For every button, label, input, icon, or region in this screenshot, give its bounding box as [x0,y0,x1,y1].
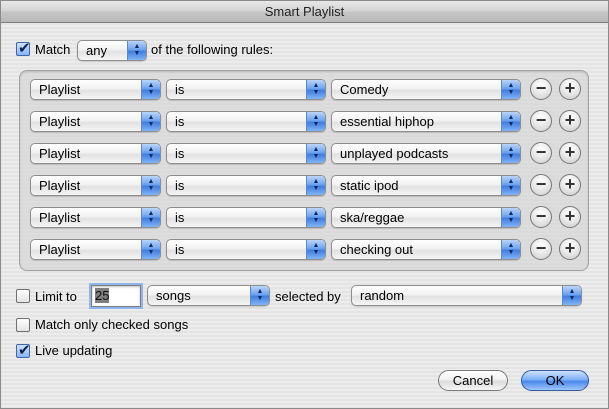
add-rule-button[interactable]: + [559,78,581,100]
rule-field-value: Playlist [39,210,81,225]
popup-arrows-icon: ▲ ▼ [306,240,325,259]
checkmark-icon: ✔ [18,342,31,359]
remove-rule-button[interactable]: − [530,78,552,100]
popup-arrows-icon: ▲ ▼ [501,112,520,131]
rule-operator-popup[interactable]: is ▲ ▼ [166,143,326,164]
popup-arrows-icon: ▲ ▼ [250,286,269,305]
remove-rule-button[interactable]: − [530,110,552,132]
popup-arrows-icon: ▲ ▼ [562,286,581,305]
live-updating-label: Live updating [35,343,113,358]
add-rule-button[interactable]: + [559,174,581,196]
rule-value-popup[interactable]: ska/reggae ▲ ▼ [331,207,521,228]
remove-rule-button[interactable]: − [530,206,552,228]
rule-field-popup[interactable]: Playlist ▲ ▼ [30,143,161,164]
rule-operator-value: is [175,114,185,129]
popup-arrows-icon: ▲ ▼ [141,176,160,195]
checked-only-checkbox[interactable] [16,318,30,332]
limit-count-field[interactable]: 25 [89,283,143,309]
popup-arrows-icon: ▲ ▼ [501,208,520,227]
popup-arrows-icon: ▲ ▼ [501,80,520,99]
rule-operator-popup[interactable]: is ▲ ▼ [166,175,326,196]
rules-list: Playlist ▲ ▼ is ▲ ▼ Comedy ▲ ▼ − + Playlist ▲ ▼ is ▲ ▼ es… [19,70,589,271]
ok-button[interactable]: OK [521,370,589,391]
popup-arrows-icon: ▲ ▼ [141,144,160,163]
popup-arrows-icon: ▲ ▼ [501,176,520,195]
rule-field-value: Playlist [39,82,81,97]
selected-by-value: random [360,288,405,303]
match-checkbox[interactable]: ✔ [16,40,31,57]
smart-playlist-dialog: Smart Playlist ✔ Match any ▲ ▼ of the fol… [0,0,609,409]
match-mode-popup[interactable]: any ▲ ▼ [77,40,147,61]
rule-value-popup[interactable]: unplayed podcasts ▲ ▼ [331,143,521,164]
rule-operator-popup[interactable]: is ▲ ▼ [166,79,326,100]
rule-value-popup[interactable]: checking out ▲ ▼ [331,239,521,260]
rule-field-popup[interactable]: Playlist ▲ ▼ [30,79,161,100]
rule-operator-value: is [175,178,185,193]
limit-unit-popup[interactable]: songs ▲ ▼ [147,285,270,306]
match-suffix-label: of the following rules: [151,42,274,57]
checkmark-icon: ✔ [18,40,31,57]
rule-operator-value: is [175,242,185,257]
rule-field-value: Playlist [39,114,81,129]
rule-field-popup[interactable]: Playlist ▲ ▼ [30,207,161,228]
popup-arrows-icon: ▲ ▼ [127,41,146,60]
rule-value-value: static ipod [340,178,399,193]
limit-count-value: 25 [95,288,110,303]
add-rule-button[interactable]: + [559,110,581,132]
add-rule-button[interactable]: + [559,142,581,164]
rule-value-popup[interactable]: static ipod ▲ ▼ [331,175,521,196]
limit-checkbox[interactable] [16,289,30,303]
popup-arrows-icon: ▲ ▼ [501,240,520,259]
match-label: Match [35,42,71,57]
remove-rule-button[interactable]: − [530,174,552,196]
popup-arrows-icon: ▲ ▼ [306,176,325,195]
rule-operator-value: is [175,146,185,161]
rule-value-value: checking out [340,242,413,257]
limit-unit-value: songs [156,288,191,303]
rule-value-value: ska/reggae [340,210,405,225]
popup-arrows-icon: ▲ ▼ [306,144,325,163]
rule-value-value: unplayed podcasts [340,146,449,161]
rule-operator-value: is [175,82,185,97]
window-title: Smart Playlist [1,1,608,23]
remove-rule-button[interactable]: − [530,142,552,164]
popup-arrows-icon: ▲ ▼ [141,80,160,99]
selected-by-popup[interactable]: random ▲ ▼ [351,285,582,306]
rule-field-value: Playlist [39,178,81,193]
add-rule-button[interactable]: + [559,206,581,228]
rule-value-popup[interactable]: Comedy ▲ ▼ [331,79,521,100]
rule-operator-popup[interactable]: is ▲ ▼ [166,239,326,260]
rule-value-popup[interactable]: essential hiphop ▲ ▼ [331,111,521,132]
popup-arrows-icon: ▲ ▼ [141,208,160,227]
rule-field-popup[interactable]: Playlist ▲ ▼ [30,111,161,132]
remove-rule-button[interactable]: − [530,238,552,260]
popup-arrows-icon: ▲ ▼ [501,144,520,163]
rule-operator-popup[interactable]: is ▲ ▼ [166,207,326,228]
rule-value-value: essential hiphop [340,114,434,129]
live-updating-checkbox[interactable]: ✔ [16,342,31,359]
add-rule-button[interactable]: + [559,238,581,260]
popup-arrows-icon: ▲ ▼ [306,208,325,227]
cancel-button[interactable]: Cancel [438,370,508,391]
rule-operator-value: is [175,210,185,225]
popup-arrows-icon: ▲ ▼ [141,112,160,131]
popup-arrows-icon: ▲ ▼ [306,80,325,99]
popup-arrows-icon: ▲ ▼ [306,112,325,131]
match-mode-value: any [86,43,107,58]
selected-by-label: selected by [275,289,341,304]
rule-value-value: Comedy [340,82,389,97]
rule-operator-popup[interactable]: is ▲ ▼ [166,111,326,132]
rule-field-popup[interactable]: Playlist ▲ ▼ [30,239,161,260]
rule-field-value: Playlist [39,146,81,161]
rule-field-popup[interactable]: Playlist ▲ ▼ [30,175,161,196]
popup-arrows-icon: ▲ ▼ [141,240,160,259]
limit-label: Limit to [35,289,77,304]
checked-only-label: Match only checked songs [35,317,189,332]
rule-field-value: Playlist [39,242,81,257]
